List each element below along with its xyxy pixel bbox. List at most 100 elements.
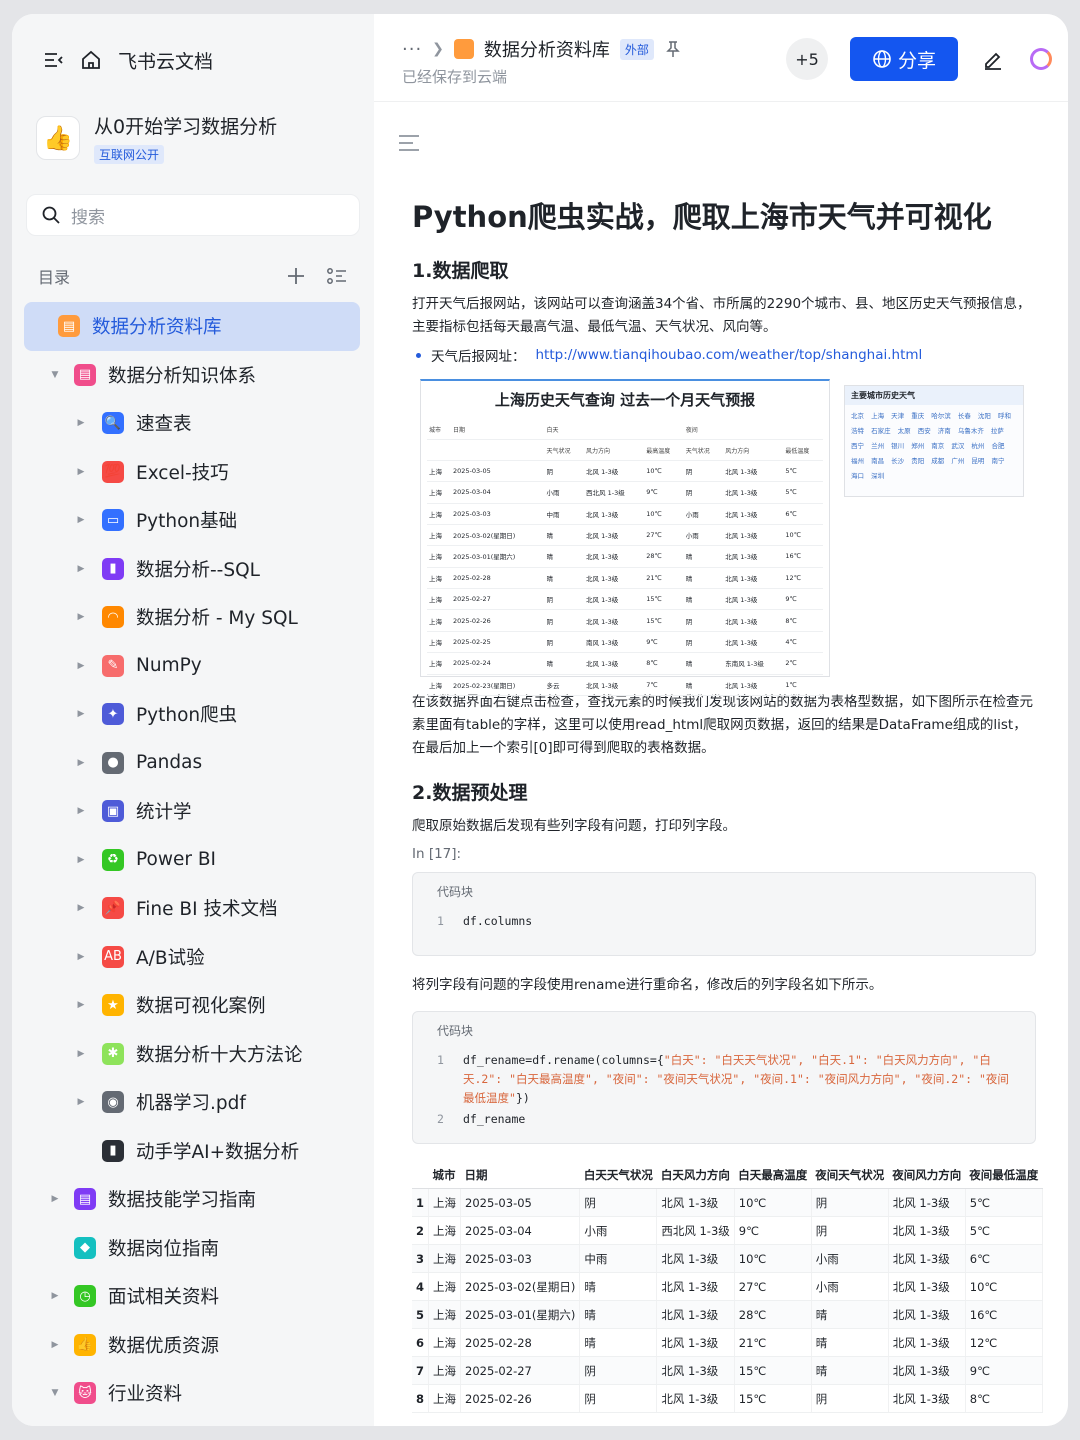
df-header-cell: 日期 — [460, 1162, 580, 1189]
space-header[interactable]: 👍 从0开始学习数据分析 互联网公开 — [36, 112, 277, 164]
screenshot-header-cell: 最高温度 — [644, 439, 684, 461]
df-cell: 15℃ — [734, 1384, 812, 1413]
sidebar-item[interactable]: ▶ ★ 数据可视化案例 — [24, 981, 360, 1030]
caret-down-icon[interactable]: ▼ — [48, 1388, 62, 1398]
caret-right-icon[interactable]: ▶ — [74, 467, 88, 477]
brand-name[interactable]: 飞书云文档 — [118, 47, 213, 74]
code-block-2[interactable]: 代码块 1 df_rename=df.rename(columns={"白天":… — [412, 1011, 1036, 1144]
caret-right-icon[interactable]: ▶ — [74, 661, 88, 671]
caret-down-icon[interactable]: ▼ — [48, 370, 62, 380]
weather-link[interactable]: http://www.tianqihoubao.com/weather/top/… — [536, 347, 923, 363]
sidebar-item-label: Python基础 — [136, 511, 238, 533]
add-icon[interactable] — [286, 266, 306, 286]
caret-right-icon[interactable]: ▶ — [74, 758, 88, 768]
caret-right-icon[interactable]: ▶ — [74, 709, 88, 719]
sidebar-item[interactable]: ▶ ▤ 数据技能学习指南 — [24, 1175, 360, 1224]
sidebar-item[interactable]: ▼ 🐱 行业资料 — [24, 1369, 360, 1418]
code-line: 2 df_rename — [437, 1110, 1011, 1129]
outline-menu-icon[interactable] — [398, 134, 420, 152]
df-cell: 27℃ — [734, 1272, 812, 1301]
line-number: 1 — [437, 1053, 444, 1067]
df-cell: 阴 — [579, 1188, 658, 1217]
sidebar-item-label: 动手学AI+数据分析 — [136, 1141, 300, 1163]
code-block-1[interactable]: 代码块 1 df.columns — [412, 872, 1036, 956]
caret-right-icon[interactable]: ▶ — [74, 1000, 88, 1010]
df-cell: 阴 — [579, 1356, 658, 1385]
df-cell: 小雨 — [811, 1244, 889, 1273]
table-row: 2 上海 2025-03-04 小雨 西北风 1-3级 9℃ 阴北风 1-3级 5℃ — [412, 1216, 1043, 1245]
sidebar-item[interactable]: ▶ ▭ Python基础 — [24, 496, 360, 545]
df-cell: 28℃ — [734, 1300, 812, 1329]
item-icon: ◠ — [102, 606, 124, 629]
sidebar-item[interactable]: ▶ ♻ Power BI — [24, 836, 360, 885]
caret-right-icon[interactable]: ▶ — [74, 564, 88, 574]
caret-right-icon[interactable]: ▶ — [48, 1194, 62, 1204]
caret-right-icon[interactable]: ▶ — [74, 418, 88, 428]
screenshot-cell: 1℃ — [783, 674, 823, 696]
sidebar-item[interactable]: ▶ ✎ NumPy — [24, 642, 360, 691]
code-rename-close: }) — [515, 1091, 530, 1105]
breadcrumb-title[interactable]: 数据分析资料库 — [484, 36, 610, 62]
home-icon[interactable] — [80, 49, 102, 71]
caret-right-icon[interactable]: ▶ — [74, 952, 88, 962]
screenshot-cell: 北风 1-3级 — [584, 588, 645, 611]
screenshot-cell: 2025-03-05 — [450, 460, 545, 483]
share-button[interactable]: 分享 — [850, 37, 958, 81]
df-cell: 9℃ — [734, 1216, 812, 1245]
topbar: ··· ❯ 数据分析资料库 外部 已经保存到云端 +5 分享 — [374, 14, 1068, 102]
pin-icon[interactable] — [664, 40, 682, 58]
caret-right-icon[interactable]: ▶ — [74, 1049, 88, 1059]
screenshot-cell: 上海 — [427, 481, 451, 504]
caret-right-icon[interactable]: ▶ — [74, 806, 88, 816]
df-cell: 10℃ — [734, 1244, 812, 1273]
sidebar-item[interactable]: ▼ ▤ 数据分析知识体系 — [24, 351, 360, 400]
sidebar-item[interactable]: ▶ ◷ 面试相关资料 — [24, 1272, 360, 1321]
screenshot-header-cell: 夜间 — [683, 420, 724, 441]
sidebar-item[interactable]: ▶ ● Pandas — [24, 739, 360, 788]
collapse-sidebar-icon[interactable] — [42, 49, 64, 71]
caret-right-icon[interactable]: ▶ — [74, 612, 88, 622]
caret-right-icon[interactable]: ▶ — [74, 855, 88, 865]
sidebar-item[interactable]: ▶ ▣ 统计学 — [24, 787, 360, 836]
df-cell: 6 — [412, 1328, 430, 1357]
ai-assistant-icon[interactable] — [1030, 48, 1052, 70]
sidebar-item-label: A/B试验 — [136, 947, 205, 969]
sidebar-item[interactable]: ▶ ✱ 数据分析十大方法论 — [24, 1030, 360, 1079]
item-icon: ✱ — [102, 1042, 124, 1065]
globe-icon — [872, 49, 892, 69]
more-breadcrumb-button[interactable]: ··· — [402, 39, 422, 60]
sidebar-item[interactable]: ▤ 数据分析资料库 — [24, 302, 360, 351]
screenshot-cell: 北风 1-3级 — [723, 609, 784, 632]
sidebar-item[interactable]: ▶ 🔍 速查表 — [24, 399, 360, 448]
edit-icon[interactable] — [982, 48, 1004, 70]
sidebar-item[interactable]: ▶ ✦ Python爬虫 — [24, 690, 360, 739]
screenshot-cell: 小雨 — [683, 503, 724, 525]
caret-right-icon[interactable]: ▶ — [74, 515, 88, 525]
screenshot-cell: 27℃ — [644, 524, 684, 547]
df-header-cell: 夜间天气状况 — [811, 1162, 889, 1189]
sidebar-item[interactable]: ▶ 📌 Fine BI 技术文档 — [24, 884, 360, 933]
sidebar-item[interactable]: ◆ 数据岗位指南 — [24, 1224, 360, 1273]
screenshot-header-row: 城市 日期 白天 夜间 — [427, 420, 823, 441]
sidebar-item[interactable]: ▶ ◠ 数据分析 - My SQL — [24, 593, 360, 642]
df-cell: 2025-03-03 — [460, 1244, 581, 1273]
sidebar-item[interactable]: ▮ 动手学AI+数据分析 — [24, 1127, 360, 1176]
breadcrumb: ··· ❯ 数据分析资料库 外部 — [402, 36, 682, 62]
sidebar-item[interactable]: ▶ AB A/B试验 — [24, 933, 360, 982]
caret-right-icon[interactable]: ▶ — [74, 1097, 88, 1107]
sidebar-item[interactable]: ▶ ◉ 机器学习.pdf — [24, 1078, 360, 1127]
search-input[interactable]: 搜索 — [26, 194, 360, 236]
caret-right-icon[interactable]: ▶ — [74, 903, 88, 913]
sidebar-item[interactable]: ▶ 💯 Excel-技巧 — [24, 448, 360, 497]
caret-right-icon[interactable]: ▶ — [48, 1291, 62, 1301]
caret-right-icon[interactable]: ▶ — [48, 1340, 62, 1350]
collaborators-count[interactable]: +5 — [786, 38, 828, 80]
sidebar-item[interactable]: ▶ ▮ 数据分析--SQL — [24, 545, 360, 594]
df-cell: 北风 1-3级 — [656, 1188, 735, 1217]
list-options-icon[interactable] — [326, 266, 348, 286]
sidebar-item[interactable]: ▶ 👍 数据优质资源 — [24, 1321, 360, 1370]
share-label: 分享 — [897, 49, 936, 72]
df-cell: 小雨 — [811, 1272, 889, 1301]
df-cell: 上海 — [428, 1216, 462, 1245]
df-cell: 北风 1-3级 — [656, 1300, 735, 1329]
